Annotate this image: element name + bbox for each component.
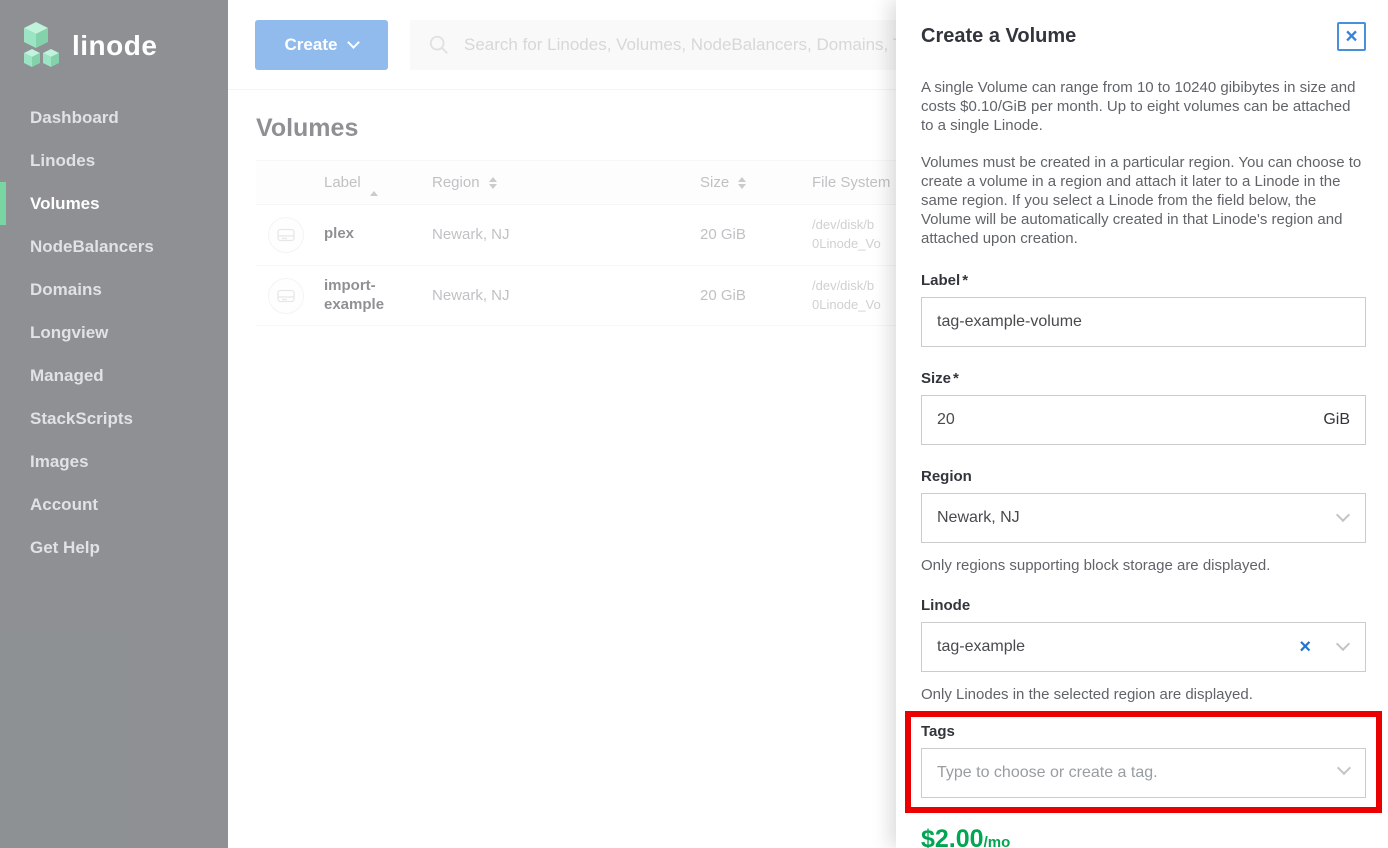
drawer-backdrop[interactable]	[0, 0, 896, 848]
drawer-description-1: A single Volume can range from 10 to 102…	[921, 78, 1366, 136]
linode-field-group: Linode tag-example × Only Linodes in the…	[921, 597, 1366, 703]
chevron-down-icon[interactable]	[1336, 637, 1350, 651]
required-mark: *	[953, 370, 959, 387]
region-helper-text: Only regions supporting block storage ar…	[921, 557, 1366, 574]
price-display: $2.00/mo	[921, 825, 1366, 848]
annotation-highlight: Tags	[905, 711, 1382, 813]
create-volume-drawer: Create a Volume × A single Volume can ra…	[896, 0, 1388, 848]
field-label-text: Size	[921, 370, 951, 387]
region-field-group: Region Newark, NJ Only regions supportin…	[921, 468, 1366, 574]
label-field-label: Label*	[921, 272, 1366, 289]
field-label-text: Label	[921, 272, 960, 289]
size-unit-suffix: GiB	[1323, 411, 1350, 429]
linode-select-value: tag-example	[937, 638, 1299, 656]
close-button[interactable]: ×	[1337, 22, 1366, 51]
region-select[interactable]: Newark, NJ	[921, 493, 1366, 543]
drawer-header: Create a Volume ×	[921, 22, 1366, 51]
linode-field-label: Linode	[921, 597, 1366, 614]
linode-select[interactable]: tag-example ×	[921, 622, 1366, 672]
price-amount: $2.00	[921, 825, 984, 848]
drawer-title: Create a Volume	[921, 22, 1076, 48]
screen: linode Dashboard Linodes Volumes NodeBal…	[0, 0, 1388, 848]
size-field-group: Size* GiB	[921, 370, 1366, 445]
drawer-description-2: Volumes must be created in a particular …	[921, 153, 1366, 249]
close-icon: ×	[1345, 26, 1357, 47]
label-field-group: Label*	[921, 272, 1366, 347]
region-select-value: Newark, NJ	[937, 509, 1338, 527]
clear-selection-icon[interactable]: ×	[1299, 637, 1311, 657]
required-mark: *	[962, 272, 968, 289]
region-field-label: Region	[921, 468, 1366, 485]
tags-input[interactable]	[921, 748, 1366, 798]
chevron-down-icon[interactable]	[1336, 508, 1350, 522]
size-field-label: Size*	[921, 370, 1366, 387]
size-input[interactable]	[921, 395, 1366, 445]
tags-field-label: Tags	[921, 723, 1366, 740]
price-period: /mo	[984, 834, 1011, 848]
linode-helper-text: Only Linodes in the selected region are …	[921, 686, 1366, 703]
label-input[interactable]	[921, 297, 1366, 347]
